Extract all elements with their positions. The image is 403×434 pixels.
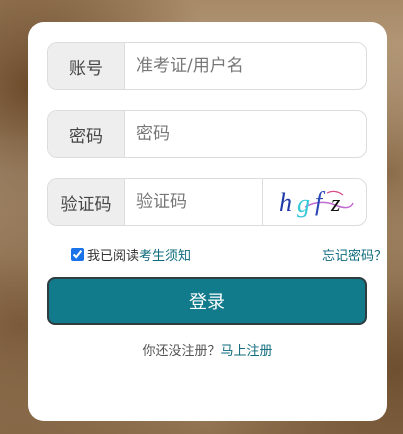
- account-input[interactable]: [125, 43, 366, 89]
- password-field-group: 密码: [47, 110, 367, 158]
- captcha-char-4: z: [330, 191, 341, 217]
- register-link[interactable]: 马上注册: [221, 344, 273, 359]
- captcha-label: 验证码: [48, 179, 125, 225]
- agree-checkbox[interactable]: [71, 247, 84, 261]
- captcha-char-1: h: [279, 188, 292, 217]
- captcha-graphic: h g f z: [279, 187, 354, 218]
- notice-link[interactable]: 考生须知: [139, 245, 191, 264]
- account-field-group: 账号: [47, 42, 367, 90]
- options-row: 我已阅读 考生须知 忘记密码？: [71, 244, 387, 264]
- captcha-input[interactable]: [125, 179, 262, 225]
- password-label: 密码: [48, 111, 125, 157]
- captcha-char-3: f: [315, 187, 326, 216]
- login-button[interactable]: 登录: [47, 277, 367, 325]
- password-input[interactable]: [125, 111, 366, 157]
- register-prompt: 你还没注册？: [142, 344, 221, 359]
- forgot-password-link[interactable]: 忘记密码？: [322, 245, 387, 264]
- register-row: 你还没注册？马上注册: [28, 340, 387, 359]
- captcha-image[interactable]: h g f z: [262, 179, 366, 225]
- captcha-char-2: g: [297, 189, 310, 218]
- agree-text: 我已阅读: [87, 248, 140, 264]
- login-panel: 账号 密码 验证码 h g f z 我已阅读 考生须知 忘记密码？ 登录 你还没…: [28, 22, 387, 421]
- account-label: 账号: [48, 43, 125, 89]
- captcha-field-group: 验证码 h g f z: [47, 178, 367, 226]
